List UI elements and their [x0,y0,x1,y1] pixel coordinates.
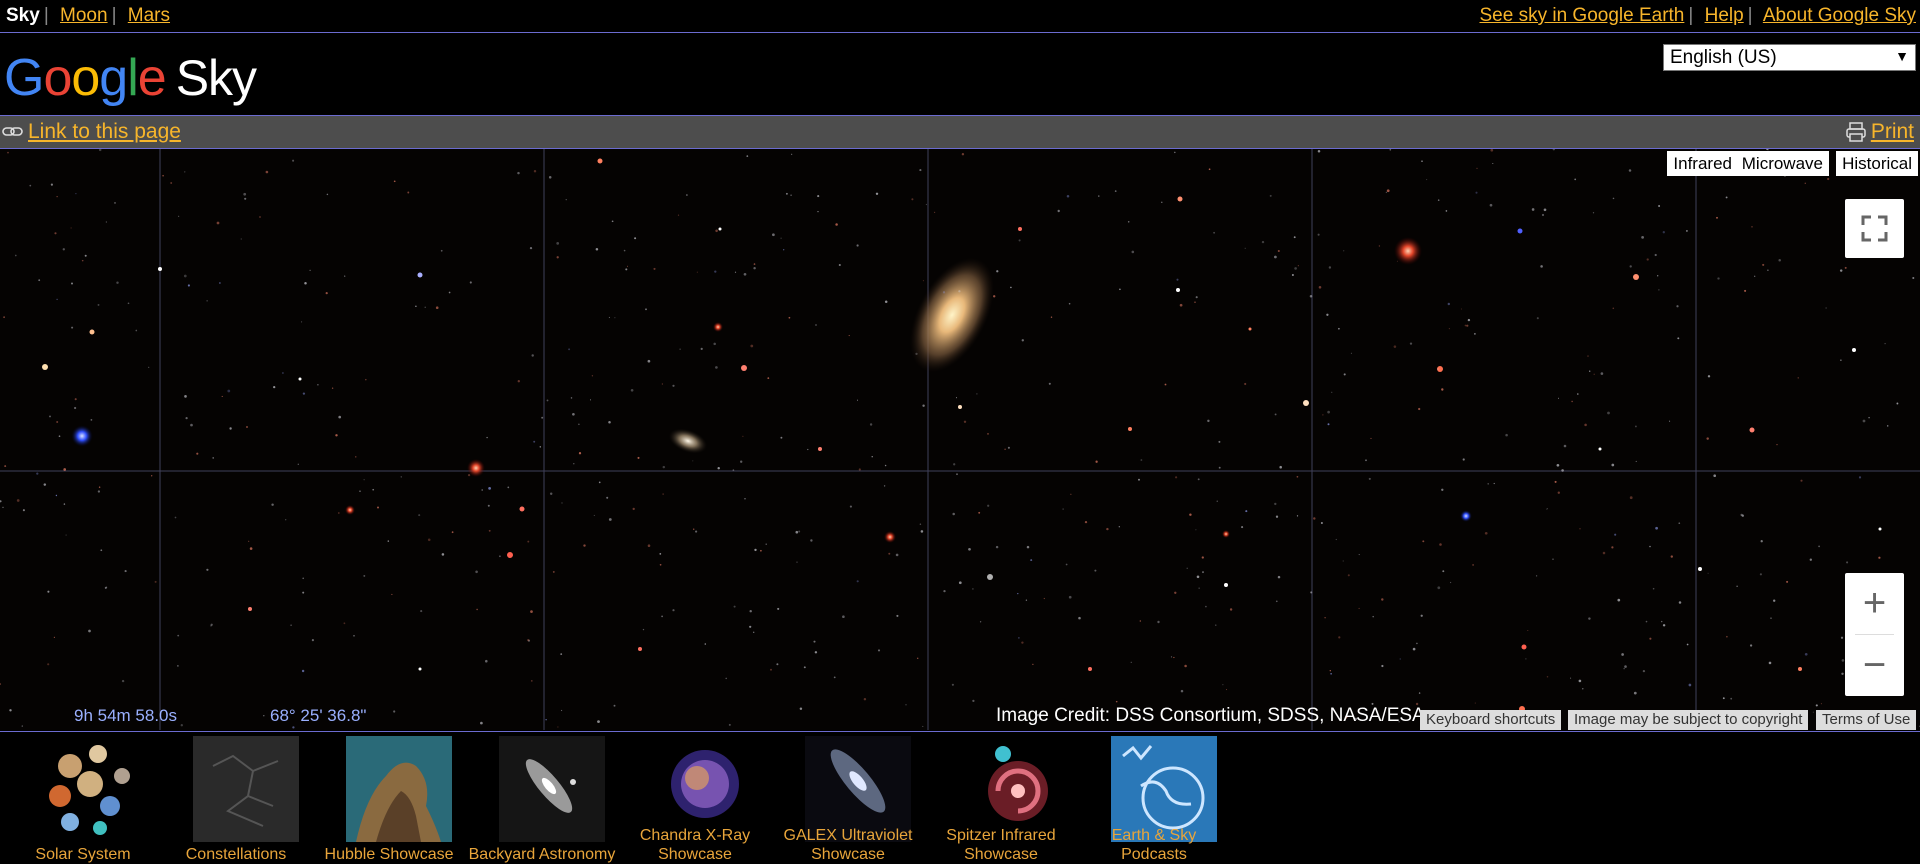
image-credit: Image Credit: DSS Consortium, SDSS, NASA… [996,705,1425,726]
showcase-chandra[interactable]: Chandra X-Ray Showcase [620,736,770,864]
bright-red-star [1394,237,1422,265]
showcase-label: Backyard Astronomy [468,846,616,863]
hubble-thumbnail [346,736,452,842]
printer-icon[interactable] [1845,121,1867,143]
showcase-bar: Solar System Constellations Hubble Showc… [0,731,1920,864]
backyard-astronomy-thumbnail [499,736,605,842]
showcase-label: Spitzer Infrared Showcase [946,827,1056,863]
google-sky-logo[interactable]: Google Sky [4,52,257,104]
chain-link-icon [2,127,23,137]
showcase-constellations[interactable]: Constellations [161,736,311,864]
chevron-down-icon: ▼ [1895,48,1909,64]
nav-mars-link[interactable]: Mars [128,5,170,26]
declination-readout: 68° 25' 36.8" [270,706,367,725]
google-earth-link[interactable]: See sky in Google Earth [1479,5,1684,26]
showcase-label: GALEX Ultraviolet Showcase [783,827,913,863]
link-bar: Link to this page Print [0,115,1920,149]
top-nav: Sky | Moon | Mars See sky in Google Earth |… [0,0,1920,33]
fullscreen-button[interactable] [1845,199,1904,258]
print-link[interactable]: Print [1871,120,1914,143]
nav-sky-current: Sky [6,5,40,26]
zoom-out-button[interactable]: − [1845,635,1904,696]
language-selected-value: English (US) [1670,47,1777,68]
about-link[interactable]: About Google Sky [1763,5,1916,26]
zoom-in-button[interactable]: + [1845,573,1904,634]
help-link[interactable]: Help [1705,5,1744,26]
infrared-layer-button[interactable]: Infrared [1667,151,1738,176]
sky-image [0,149,1920,730]
link-to-page[interactable]: Link to this page [28,120,181,143]
showcase-solar-system[interactable]: Solar System [8,736,158,864]
bright-blue-star [71,425,93,447]
constellations-thumbnail [193,736,299,842]
showcase-earth-sky-podcasts[interactable]: Earth & Sky Podcasts [1079,736,1229,864]
small-galaxy [668,428,708,454]
microwave-layer-button[interactable]: Microwave [1735,151,1829,176]
showcase-hubble[interactable]: Hubble Showcase [314,736,464,864]
showcase-label: Solar System [35,846,131,863]
spiral-galaxy [910,257,994,373]
showcase-label: Earth & Sky Podcasts [1111,827,1197,863]
coordinate-grid [0,149,1920,730]
nav-moon-link[interactable]: Moon [60,5,108,26]
language-select[interactable]: English (US) ▼ [1663,44,1916,71]
fullscreen-icon [1861,215,1888,242]
historical-layer-button[interactable]: Historical [1836,151,1918,176]
header: Google Sky English (US) ▼ [0,34,1920,115]
showcase-label: Constellations [185,846,287,863]
keyboard-shortcuts-button[interactable]: Keyboard shortcuts [1420,710,1562,730]
showcase-galex[interactable]: GALEX Ultraviolet Showcase [773,736,923,864]
terms-of-use-button[interactable]: Terms of Use [1816,710,1917,730]
solar-system-thumbnail [40,736,146,842]
copyright-notice-button[interactable]: Image may be subject to copyright [1568,710,1809,730]
zoom-control: + − [1845,573,1904,696]
right-ascension-readout: 9h 54m 58.0s [74,706,178,725]
sky-map[interactable]: Infrared Microwave Historical + − 9h 54m… [0,149,1920,730]
showcase-backyard-astronomy[interactable]: Backyard Astronomy [467,736,617,864]
showcase-spitzer[interactable]: Spitzer Infrared Showcase [926,736,1076,864]
showcase-label: Hubble Showcase [324,846,454,863]
showcase-label: Chandra X-Ray Showcase [639,827,751,863]
